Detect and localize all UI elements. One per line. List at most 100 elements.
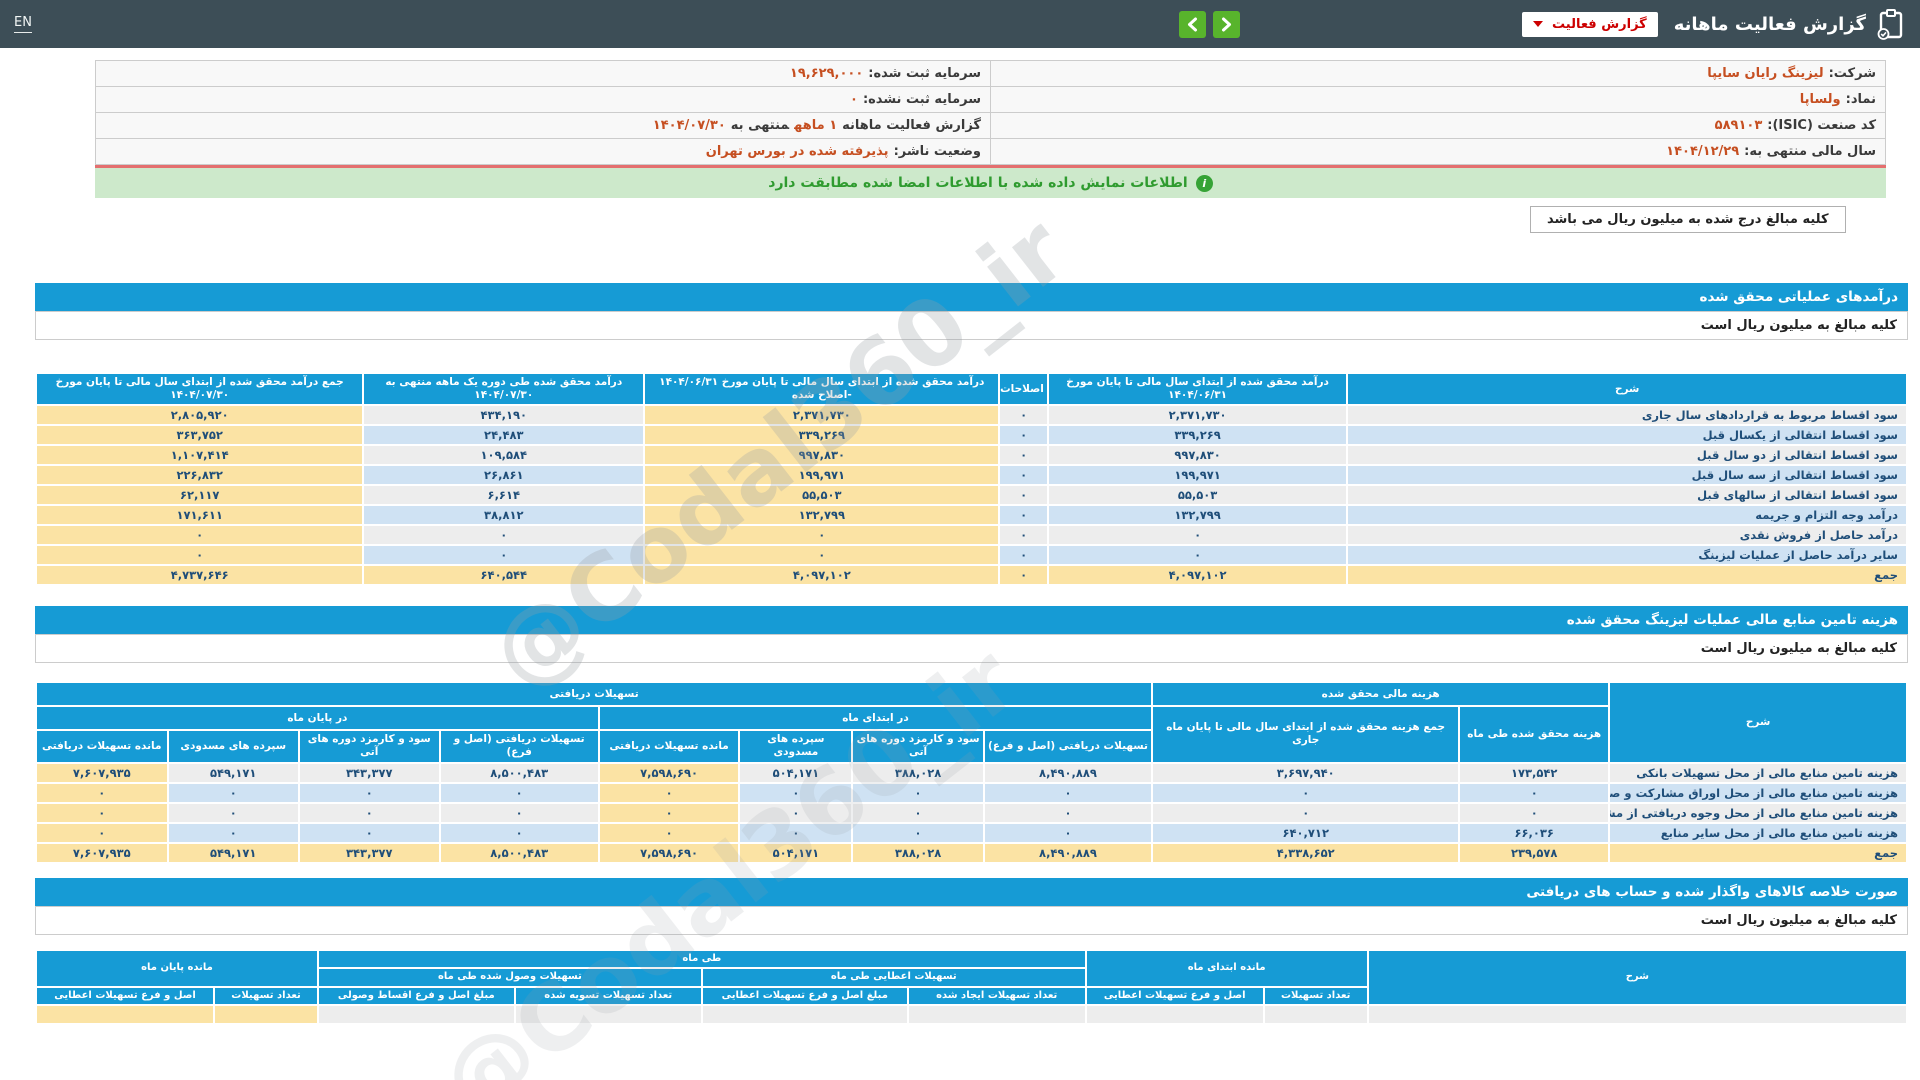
value-cell: ۰	[440, 783, 598, 802]
total-value-cell: ۸,۴۹۰,۸۸۹	[984, 843, 1152, 862]
value-cell: ۶۶,۰۳۶	[1460, 823, 1609, 842]
value-cell: ۰	[37, 526, 363, 545]
value-cell: ۰	[1000, 506, 1047, 525]
table-row	[37, 1006, 1906, 1023]
balance-end-group: مانده پایان ماه	[37, 950, 317, 986]
financing-costs-table: شرح هزینه مالی محقق شده تسهیلات دریافتی هزی…	[35, 681, 1908, 864]
info-label: سرمایه ثبت نشده:	[862, 92, 981, 107]
column-header: سپرده های مسدودی	[740, 731, 852, 762]
row-label-cell: هزینه تامین منابع مالی از محل اوراق مشار…	[1610, 783, 1906, 802]
value-cell: ۳۶۳,۷۵۲	[37, 426, 363, 445]
value-cell: ۰	[1048, 546, 1347, 565]
row-label-cell: سود اقساط مربوط به قراردادهای سال جاری	[1348, 406, 1906, 425]
column-header: سپرده های مسدودی	[168, 731, 298, 762]
value-cell: ۴۳۴,۱۹۰	[364, 406, 644, 425]
value-cell: ۱۳۲,۷۹۹	[1048, 506, 1347, 525]
value-cell: ۰	[364, 526, 644, 545]
value-cell: ۰	[1000, 546, 1047, 565]
value-cell: ۱,۱۰۷,۴۱۴	[37, 446, 363, 465]
value-cell: ۱۳۲,۷۹۹	[645, 506, 999, 525]
page: گزارش فعالیت ماهانه گزارش فعالیت EN شرکت…	[0, 0, 1920, 1080]
table-row: سایر درآمد حاصل از عملیات لیزینگ ۰ ۰ ۰ ۰ ۰	[37, 546, 1906, 565]
value-cell: ۸,۵۰۰,۴۸۳	[440, 763, 598, 782]
info-label: شرکت:	[1828, 66, 1876, 81]
info-cell: سال مالی منتهی به: ۱۴۰۴/۱۲/۲۹	[990, 138, 1886, 165]
value-cell: ۰	[984, 823, 1152, 842]
table-row: هزینه تامین منابع مالی از محل اوراق مشار…	[37, 783, 1906, 802]
value-cell: ۰	[1153, 783, 1459, 802]
value-cell: ۰	[299, 783, 439, 802]
value-cell: ۱۰۹,۵۸۴	[364, 446, 644, 465]
banner-text: اطلاعات نمایش داده شده با اطلاعات امضا ش…	[768, 175, 1188, 191]
table-row: درآمد حاصل از فروش نقدی ۰ ۰ ۰ ۰ ۰	[37, 526, 1906, 545]
total-value-cell: ۶۴۰,۵۴۴	[364, 566, 644, 585]
value-cell: ۰	[984, 803, 1152, 822]
chevron-down-icon	[1533, 21, 1543, 27]
info-cell: گزارش فعالیت ماهانه ۱ ماهه منتهی به ۱۴۰۴/۰۷…	[95, 112, 991, 139]
start-of-month-group: در ابتدای ماه	[599, 707, 1152, 730]
report-type-dropdown[interactable]: گزارش فعالیت	[1522, 11, 1658, 37]
total-row: جمع ۴,۰۹۷,۱۰۲ ۰ ۴,۰۹۷,۱۰۲ ۶۴۰,۵۴۴ ۴,۷۳۷,۶۴۶	[37, 566, 1906, 585]
row-label-cell: هزینه تامین منابع مالی از محل وجوه دریاف…	[1610, 803, 1906, 822]
info-label: سال مالی منتهی به:	[1744, 144, 1876, 159]
value-cell: ۰	[1000, 526, 1047, 545]
value-cell: ۰	[853, 823, 983, 842]
column-header: اصلاحات	[1000, 374, 1047, 405]
row-label-cell: هزینه تامین منابع مالی از محل سایر منابع	[1610, 823, 1906, 842]
column-header: جمع درآمد محقق شده از ابتدای سال مالی تا…	[37, 374, 363, 405]
value-cell: ۲۶,۸۶۱	[364, 466, 644, 485]
value-cell: ۲,۳۷۱,۷۳۰	[645, 406, 999, 425]
info-value: ۱ ماهه	[794, 118, 838, 133]
section-note-goods: کلیه مبالغ به میلیون ریال است	[35, 905, 1908, 935]
value-cell: ۱۹۹,۹۷۱	[645, 466, 999, 485]
info-cell: نماد: ولساپا	[990, 86, 1886, 113]
value-cell: ۳۳۹,۲۶۹	[645, 426, 999, 445]
value-cell: ۰	[1460, 803, 1609, 822]
section-financing-costs: هزینه تامین منابع مالی عملیات لیزینگ محق…	[35, 606, 1908, 864]
value-cell: ۲,۸۰۵,۹۲۰	[37, 406, 363, 425]
section-header-financing: هزینه تامین منابع مالی عملیات لیزینگ محق…	[35, 606, 1908, 635]
value-cell: ۷,۵۹۸,۶۹۰	[599, 763, 739, 782]
value-cell: ۲,۳۷۱,۷۳۰	[1048, 406, 1347, 425]
value-cell: ۱۷۱,۶۱۱	[37, 506, 363, 525]
total-row: جمع ۲۳۹,۵۷۸ ۴,۳۳۸,۶۵۲ ۸,۴۹۰,۸۸۹ ۳۸۸,۰۲۸ ۵۰۴,۱…	[37, 843, 1906, 862]
sharh-header: شرح	[1368, 950, 1906, 1004]
granted-group: تسهیلات اعطایی طی ماه	[702, 969, 1085, 986]
prev-report-button[interactable]	[1179, 10, 1206, 38]
info-cell: سرمایه ثبت نشده: ۰	[95, 86, 991, 113]
header-row: شرح درآمد محقق شده از ابتدای سال مالی تا …	[37, 374, 1906, 405]
value-cell: ۵۵,۵۰۳	[645, 486, 999, 505]
value-cell: ۰	[364, 546, 644, 565]
total-value-cell: ۲۳۹,۵۷۸	[1460, 843, 1609, 862]
value-cell: ۰	[299, 823, 439, 842]
value-cell	[1264, 1006, 1367, 1023]
value-cell: ۸,۴۹۰,۸۸۹	[984, 763, 1152, 782]
table-row: سود اقساط انتقالی از دو سال قبل ۹۹۷,۸۳۰ ۰ ۹…	[37, 446, 1906, 465]
sharh-header: شرح	[1610, 683, 1906, 762]
value-cell: ۰	[168, 823, 298, 842]
amounts-note-box: کلیه مبالغ درج شده به میلیون ریال می باش…	[1530, 206, 1846, 233]
row-label-cell: سود اقساط انتقالی از یکسال قبل	[1348, 426, 1906, 445]
value-cell	[215, 1006, 317, 1023]
value-cell: ۰	[740, 783, 852, 802]
total-value-cell: ۴,۰۹۷,۱۰۲	[1048, 566, 1347, 585]
value-cell: ۰	[740, 823, 852, 842]
page-title: گزارش فعالیت ماهانه	[1673, 13, 1866, 35]
value-cell: ۰	[37, 803, 167, 822]
facilities-group-header: تسهیلات دریافتی	[37, 683, 1152, 706]
value-cell	[515, 1006, 701, 1023]
value-cell: ۰	[37, 546, 363, 565]
language-toggle-en[interactable]: EN	[14, 15, 32, 33]
row-label-cell: درآمد حاصل از فروش نقدی	[1348, 526, 1906, 545]
value-cell: ۰	[168, 783, 298, 802]
total-label-cell: جمع	[1348, 566, 1906, 585]
column-header: تسهیلات دریافتی (اصل و فرع)	[984, 731, 1152, 762]
next-report-button[interactable]	[1213, 10, 1240, 38]
value-cell: ۵۴۹,۱۷۱	[168, 763, 298, 782]
info-cell: شرکت: لیزینگ رایان سایپا	[990, 60, 1886, 87]
value-cell: ۹۹۷,۸۳۰	[645, 446, 999, 465]
info-label: وضعیت ناشر:	[893, 144, 981, 159]
row-label-cell: درآمد وجه التزام و جریمه	[1348, 506, 1906, 525]
total-value-cell: ۸,۵۰۰,۴۸۳	[440, 843, 598, 862]
info-label: سرمایه ثبت شده:	[868, 66, 981, 81]
